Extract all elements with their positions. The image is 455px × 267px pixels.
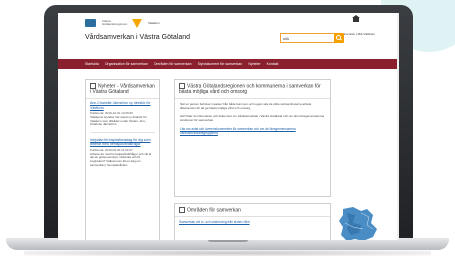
intro-heading-text: Västra Götalandsregionen och kommunerna … (179, 83, 321, 96)
search-icon (336, 35, 341, 40)
laptop-shadow (24, 250, 431, 256)
areas-body: Samverkan vid in- och utskrivning från s… (175, 217, 330, 227)
intro-heading: Västra Götalandsregionen och kommunerna … (175, 80, 330, 100)
news-item: Inbjudan till inspirationsdag för dig so… (86, 136, 159, 170)
areas-heading: Områden för samverkan (175, 204, 330, 218)
logo-partner-text: Västkom (148, 21, 160, 25)
news-item-text: Västkoms styrelse har utsett ny direktör… (90, 114, 147, 127)
site-title: Vårdsamverkan i Västra Götaland (85, 34, 191, 41)
areas-panel: Områden för samverkan Samverkan vid in- … (174, 203, 331, 240)
search-input[interactable] (280, 33, 336, 43)
news-item-date: Publicerat: 2019-09-30 11:23:27 (90, 147, 133, 152)
nav-item-styrdokument[interactable]: Styrdokument för samverkan (198, 62, 243, 66)
main-nav: Startsida Organisation för samverkan Omr… (58, 59, 399, 69)
news-panel: Nyheter - Vårdsamverkan i Västra Götalan… (85, 79, 160, 240)
areas-link[interactable]: Samverkan vid in- och utskrivning från s… (179, 220, 326, 224)
site-logo[interactable]: Västra Götalandsregionen Västkom (85, 18, 160, 28)
site-header: Västra Götalandsregionen Västkom Vårdsam… (58, 13, 399, 59)
intro-paragraph: Här hittar du information och dokument o… (180, 113, 325, 122)
intro-body: När en person behöver insatser från både… (175, 99, 330, 138)
intro-link[interactable]: Läs om avtal och överenskommelser för sa… (180, 127, 325, 135)
news-item: Ann-Charlotte Järnström ny direktör för … (86, 99, 159, 129)
divider (90, 132, 155, 134)
news-icon (90, 83, 96, 89)
news-item-text: Arbetar du med hemsjukvårdsfrågor och vi… (90, 151, 152, 167)
areas-heading-text: Områden för samverkan (187, 207, 241, 214)
nav-item-nyheter[interactable]: Nyheter (248, 62, 260, 66)
main-content: Nyheter - Vårdsamverkan i Västra Götalan… (85, 79, 385, 240)
scrollbar[interactable] (397, 13, 399, 240)
region-map-image (339, 207, 377, 240)
vgr-logo-icon (85, 19, 96, 27)
nav-item-kontakt[interactable]: Kontakt (267, 62, 279, 66)
vastkom-logo-icon (132, 18, 142, 28)
areas-icon (179, 207, 185, 213)
news-item-link[interactable]: Inbjudan till inspirationsdag för dig so… (90, 138, 155, 146)
search-button[interactable] (334, 33, 344, 43)
intro-panel: Västra Götalandsregionen och kommunerna … (174, 79, 331, 197)
news-heading: Nyheter - Vårdsamverkan i Västra Götalan… (86, 80, 159, 100)
laptop-screen: Västra Götalandsregionen Västkom Vårdsam… (58, 13, 399, 240)
home-icon[interactable] (351, 15, 360, 22)
nav-item-startsida[interactable]: Startsida (85, 62, 99, 66)
nav-item-omraden[interactable]: Områden för samverkan (154, 62, 192, 66)
news-heading-text: Nyheter - Vårdsamverkan i Västra Götalan… (90, 83, 155, 96)
logo-text: Västra Götalandsregionen (102, 19, 128, 26)
news-item-link[interactable]: Ann-Charlotte Järnström ny direktör för … (90, 101, 155, 109)
nav-item-organisation[interactable]: Organisation för samverkan (105, 62, 148, 66)
intro-paragraph: När en person behöver insatser från både… (180, 102, 312, 111)
